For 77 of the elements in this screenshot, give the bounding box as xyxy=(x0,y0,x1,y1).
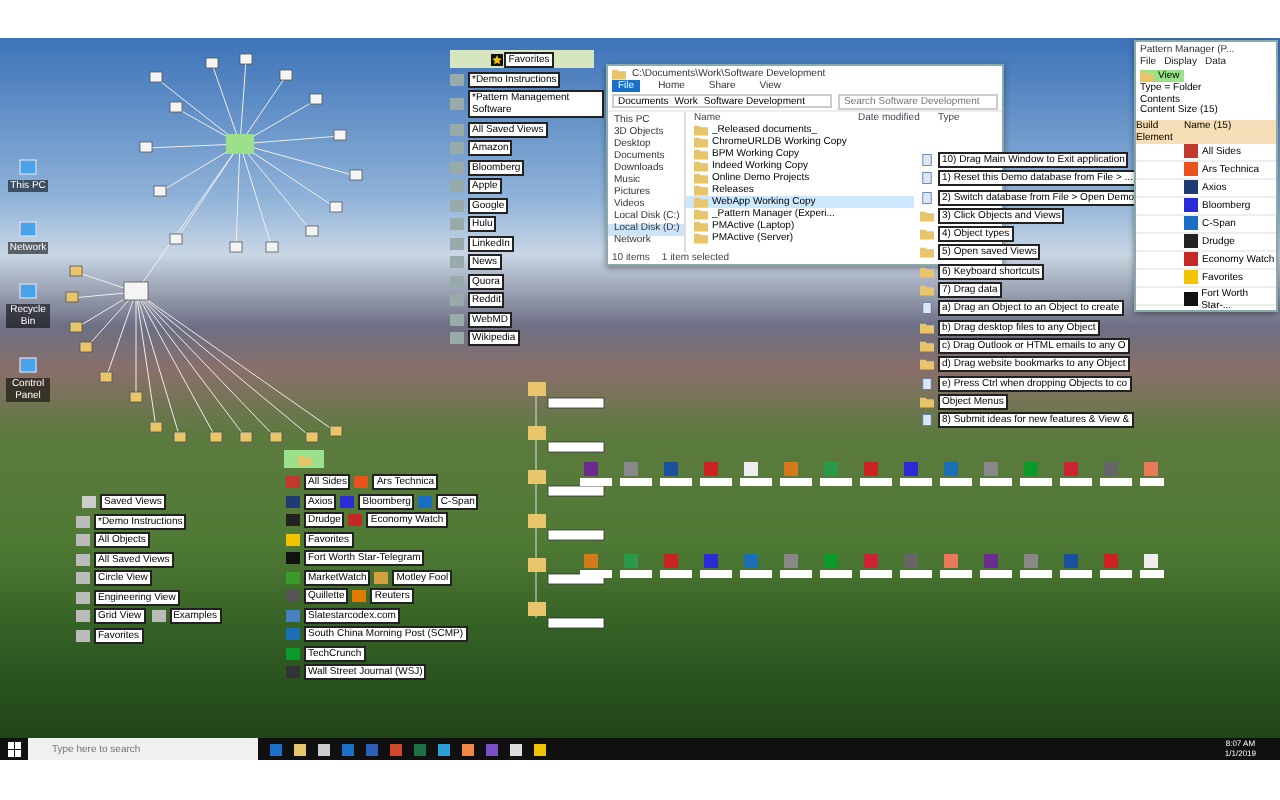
bookmark-node[interactable] xyxy=(580,462,612,486)
folder-node[interactable] xyxy=(528,426,605,453)
bookmark-node[interactable] xyxy=(980,554,1012,578)
folder-node[interactable] xyxy=(69,321,83,333)
desktop-app-icon[interactable] xyxy=(18,356,38,376)
bookmark-node[interactable] xyxy=(940,462,972,486)
folder-node[interactable] xyxy=(528,602,605,629)
graph-node[interactable] xyxy=(153,185,167,197)
news-folder-node[interactable] xyxy=(284,450,324,468)
bookmark-node[interactable] xyxy=(740,462,772,486)
folder-node[interactable] xyxy=(79,341,93,353)
bookmark-node[interactable] xyxy=(1020,554,1052,578)
bookmark-node[interactable] xyxy=(1100,554,1132,578)
graph-node[interactable] xyxy=(149,71,163,83)
folder-node[interactable] xyxy=(65,291,79,303)
bookmark-node[interactable] xyxy=(940,554,972,578)
bookmark-node[interactable] xyxy=(740,554,772,578)
bookmark-node[interactable] xyxy=(900,554,932,578)
folder-node[interactable] xyxy=(69,265,83,277)
folder-node[interactable] xyxy=(149,421,163,433)
document-icon xyxy=(920,414,934,427)
graph-node[interactable] xyxy=(349,169,363,181)
bookmark-node[interactable] xyxy=(1100,462,1132,486)
bookmark-node[interactable] xyxy=(820,554,852,578)
folder-node[interactable] xyxy=(305,431,319,443)
document-icon xyxy=(920,302,934,315)
folder-node[interactable] xyxy=(173,431,187,443)
bookmark-node[interactable] xyxy=(980,462,1012,486)
folder-node[interactable] xyxy=(239,431,253,443)
bookmark-node[interactable] xyxy=(820,462,852,486)
windows-logo-icon[interactable] xyxy=(4,741,24,757)
graph-node[interactable] xyxy=(239,53,253,65)
folder-node[interactable] xyxy=(329,425,343,437)
folder-node[interactable] xyxy=(209,431,223,443)
bookmark-node[interactable] xyxy=(700,462,732,486)
folder-node[interactable] xyxy=(528,514,605,541)
graph-node[interactable] xyxy=(169,101,183,113)
graph-node[interactable] xyxy=(329,201,343,213)
graph-node[interactable] xyxy=(333,129,347,141)
folder-node[interactable] xyxy=(528,558,605,585)
bookmark-node[interactable] xyxy=(1140,554,1164,578)
folder-node[interactable] xyxy=(528,470,605,497)
bookmark-node[interactable] xyxy=(620,462,652,486)
folder-node[interactable] xyxy=(269,431,283,443)
graph-node[interactable] xyxy=(265,241,279,253)
bookmark-node[interactable] xyxy=(1060,462,1092,486)
graph-node[interactable] xyxy=(205,57,219,69)
graph-node[interactable] xyxy=(169,233,183,245)
folder-node[interactable] xyxy=(528,382,605,409)
bookmark-node[interactable] xyxy=(660,462,692,486)
folder-icon xyxy=(297,453,311,465)
graph-node[interactable] xyxy=(305,225,319,237)
folder-icon xyxy=(1140,70,1154,82)
folder-node[interactable] xyxy=(99,371,113,383)
folder-icon xyxy=(920,395,934,408)
hub-folder-node[interactable] xyxy=(226,134,254,154)
graph-node[interactable] xyxy=(139,141,153,153)
bookmark-node[interactable] xyxy=(660,554,692,578)
bookmark-node[interactable] xyxy=(620,554,652,578)
star-icon xyxy=(490,53,505,65)
graph-node[interactable] xyxy=(229,241,243,253)
bookmark-node[interactable] xyxy=(860,554,892,578)
document-icon xyxy=(920,377,934,390)
folder-node[interactable] xyxy=(129,391,143,403)
graph-node[interactable] xyxy=(309,93,323,105)
bookmark-node[interactable] xyxy=(580,554,612,578)
grid-icon xyxy=(82,496,96,508)
bookmark-node[interactable] xyxy=(1020,462,1052,486)
bookmark-node[interactable] xyxy=(1060,554,1092,578)
hub-node[interactable] xyxy=(123,281,149,301)
bookmark-node[interactable] xyxy=(1140,462,1164,486)
bookmark-node[interactable] xyxy=(700,554,732,578)
bookmark-node[interactable] xyxy=(860,462,892,486)
graph-node[interactable] xyxy=(279,69,293,81)
bookmark-node[interactable] xyxy=(780,554,812,578)
bookmark-node[interactable] xyxy=(780,462,812,486)
bookmark-node[interactable] xyxy=(900,462,932,486)
